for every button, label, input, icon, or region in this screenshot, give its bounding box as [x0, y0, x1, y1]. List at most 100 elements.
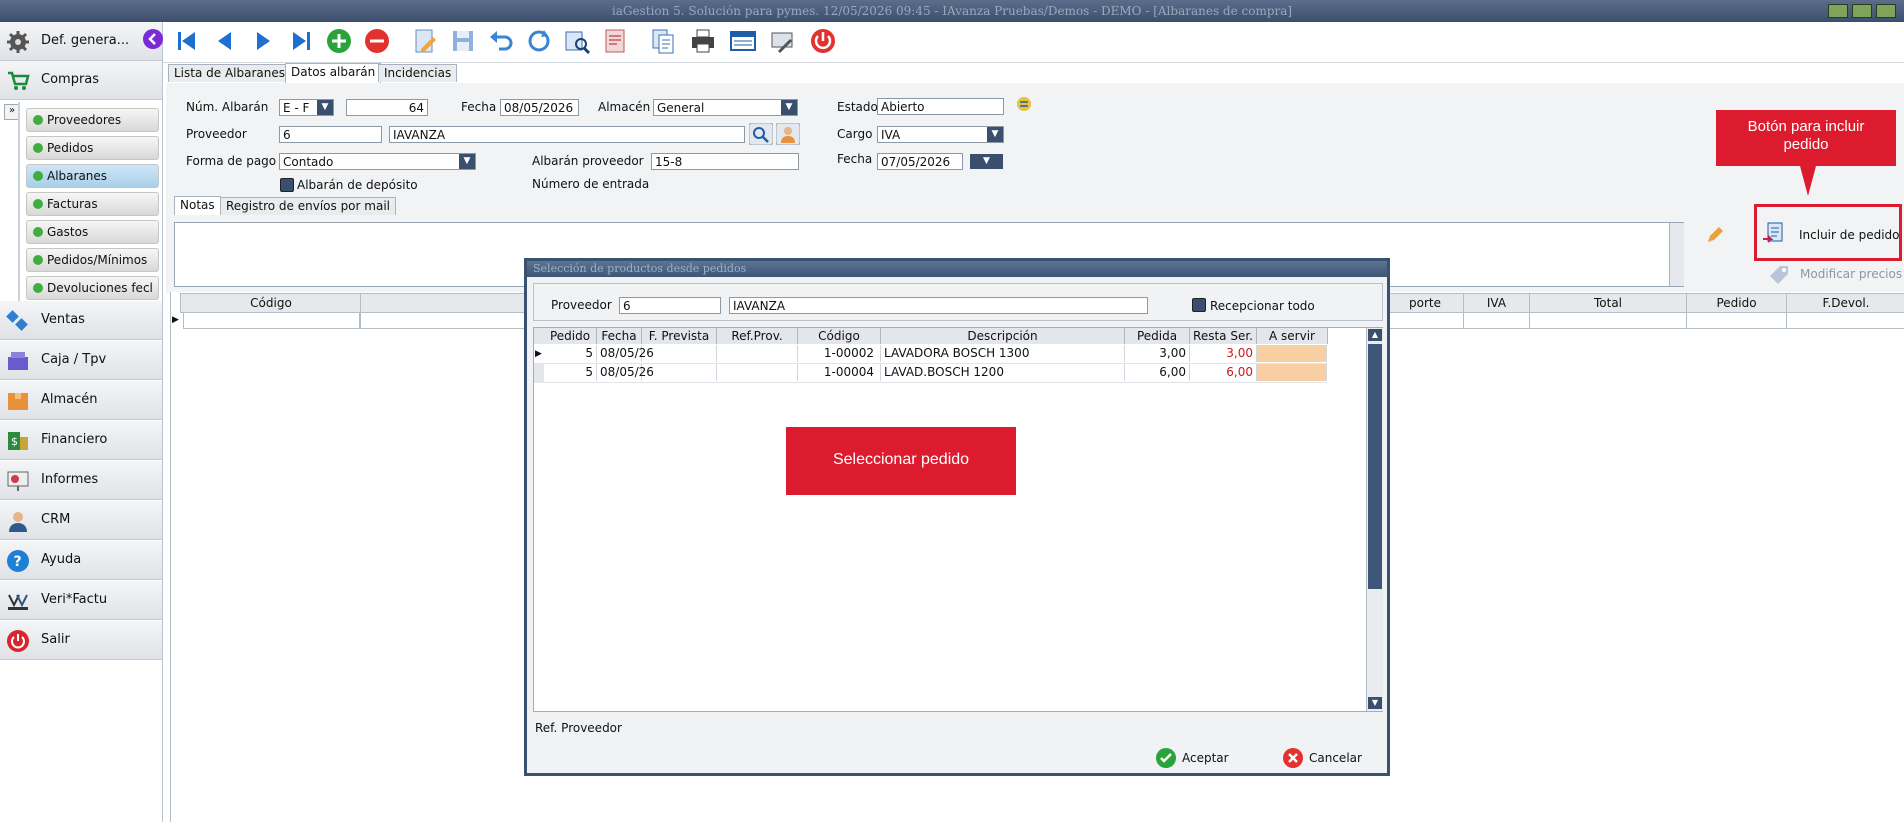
- table-row[interactable]: 5 08/05/26 1-00004 LAVAD.BOSCH 1200 6,00…: [534, 364, 1327, 383]
- sidebar-item-almacen[interactable]: Almacén: [0, 381, 162, 420]
- last-record-icon[interactable]: [287, 27, 315, 55]
- previous-record-icon[interactable]: [211, 27, 239, 55]
- col-fecha[interactable]: Fecha: [597, 328, 642, 344]
- sidebar-section-compras[interactable]: Compras: [0, 61, 162, 100]
- include-order-icon[interactable]: [1762, 222, 1784, 244]
- col-descripcion[interactable]: Descripción: [881, 328, 1125, 344]
- almacen-select[interactable]: General: [653, 99, 798, 116]
- cancelar-button[interactable]: Cancelar: [1309, 751, 1362, 765]
- incluir-pedido-button[interactable]: Incluir de pedido: [1799, 228, 1900, 242]
- dialog-proveedor-name[interactable]: IAVANZA: [729, 297, 1148, 314]
- scroll-thumb[interactable]: [1368, 344, 1382, 589]
- proveedor-name-field[interactable]: IAVANZA: [389, 126, 745, 143]
- col-pedido[interactable]: Pedido: [544, 328, 597, 344]
- deposito-checkbox[interactable]: [280, 178, 294, 192]
- almacen-dropdown-chevron-icon[interactable]: ▼: [781, 100, 797, 115]
- save-icon[interactable]: [449, 27, 477, 55]
- close-window-button[interactable]: [1876, 4, 1896, 18]
- search-proveedor-icon[interactable]: [749, 123, 773, 145]
- tab-datos-albaran[interactable]: Datos albarán: [285, 63, 382, 83]
- sidebar-item-informes[interactable]: Informes: [0, 461, 162, 500]
- grid-cell-iva[interactable]: [1463, 312, 1530, 329]
- sidebar-item-facturas[interactable]: Facturas: [26, 192, 159, 216]
- window-panel-icon[interactable]: [729, 27, 757, 55]
- edit-icon[interactable]: [411, 27, 439, 55]
- cargo-select[interactable]: IVA: [877, 126, 1004, 143]
- tab-lista-albaranes[interactable]: Lista de Albaranes: [168, 64, 291, 82]
- sidebar-item-def-general[interactable]: Def. genera...: [0, 22, 162, 61]
- col-codigo[interactable]: Código: [798, 328, 881, 344]
- estado-change-icon[interactable]: [1016, 96, 1032, 112]
- sidebar-item-albaranes[interactable]: Albaranes: [26, 164, 159, 188]
- col-resta-ser[interactable]: Resta Ser.: [1190, 328, 1257, 344]
- grid-cell-codigo[interactable]: [183, 312, 360, 329]
- products-scrollbar[interactable]: ▲ ▼: [1366, 328, 1383, 711]
- grid-cell-pedido[interactable]: [1686, 312, 1787, 329]
- restore-button[interactable]: [1852, 4, 1872, 18]
- scroll-up-icon[interactable]: ▲: [1368, 329, 1382, 341]
- sidebar-item-pedidos-minimos[interactable]: Pedidos/Mínimos: [26, 248, 159, 272]
- sidebar-item-financiero[interactable]: $ Financiero: [0, 421, 162, 460]
- tab-registro-envios[interactable]: Registro de envíos por mail: [220, 197, 396, 215]
- cancel-icon[interactable]: [1283, 748, 1303, 768]
- serie-dropdown-chevron-icon[interactable]: ▼: [317, 100, 333, 115]
- grid-cell-fdevol[interactable]: [1786, 312, 1904, 329]
- next-record-icon[interactable]: [249, 27, 277, 55]
- sidebar-item-devoluciones[interactable]: Devoluciones fecl: [26, 276, 159, 300]
- cell-a-servir[interactable]: [1257, 364, 1327, 381]
- sidebar-item-ventas[interactable]: Ventas: [0, 301, 162, 340]
- price-tag-icon[interactable]: [1768, 264, 1790, 286]
- documents-icon[interactable]: [649, 27, 677, 55]
- delete-icon[interactable]: [363, 27, 391, 55]
- table-row[interactable]: ▶ 5 08/05/26 1-00002 LAVADORA BOSCH 1300…: [534, 345, 1327, 364]
- tools-icon[interactable]: [769, 27, 797, 55]
- tab-incidencias[interactable]: Incidencias: [378, 64, 458, 82]
- scroll-down-icon[interactable]: ▼: [1368, 697, 1382, 709]
- minimize-button[interactable]: [1828, 4, 1848, 18]
- sidebar-item-caja-tpv[interactable]: Caja / Tpv: [0, 341, 162, 380]
- grid-cell-descripcion[interactable]: [360, 312, 532, 329]
- sidebar-item-salir[interactable]: Salir: [0, 621, 162, 660]
- recepcionar-todo-checkbox[interactable]: [1192, 298, 1206, 312]
- albaran-proveedor-field[interactable]: 15-8: [651, 153, 799, 170]
- col-ref-prov[interactable]: Ref.Prov.: [717, 328, 798, 344]
- search-document-icon[interactable]: [563, 27, 591, 55]
- report-icon[interactable]: [601, 27, 629, 55]
- grid-header-codigo: Código: [180, 293, 362, 313]
- collapse-sidebar-icon[interactable]: [143, 29, 163, 49]
- grid-cell-total[interactable]: [1529, 312, 1687, 329]
- col-f-prevista[interactable]: F. Prevista: [642, 328, 717, 344]
- proveedor-person-icon[interactable]: [776, 123, 800, 145]
- col-a-servir[interactable]: A servir: [1257, 328, 1328, 344]
- fecha-proveedor-dropdown-chevron-icon[interactable]: ▼: [970, 154, 1003, 169]
- power-off-icon[interactable]: [809, 27, 837, 55]
- fecha-proveedor-field[interactable]: 07/05/2026: [877, 153, 963, 170]
- forma-pago-select[interactable]: Contado: [279, 153, 476, 170]
- forma-pago-dropdown-chevron-icon[interactable]: ▼: [459, 154, 475, 169]
- sidebar-item-gastos[interactable]: Gastos: [26, 220, 159, 244]
- modificar-precios-button[interactable]: Modificar precios: [1800, 267, 1902, 281]
- numero-field[interactable]: 64: [346, 99, 428, 116]
- sidebar-item-pedidos[interactable]: Pedidos: [26, 136, 159, 160]
- check-icon[interactable]: [1156, 748, 1176, 768]
- grid-cell-importe[interactable]: [1386, 312, 1464, 329]
- cargo-dropdown-chevron-icon[interactable]: ▼: [987, 127, 1003, 142]
- cell-a-servir[interactable]: [1257, 345, 1327, 362]
- first-record-icon[interactable]: [173, 27, 201, 55]
- sidebar-item-ayuda[interactable]: ? Ayuda: [0, 541, 162, 580]
- dialog-proveedor-code[interactable]: 6: [619, 297, 721, 314]
- notes-scrollbar[interactable]: [1669, 223, 1684, 286]
- sidebar-item-proveedores[interactable]: Proveedores: [26, 108, 159, 132]
- pencil-icon[interactable]: [1706, 226, 1724, 244]
- sidebar-item-crm[interactable]: CRM: [0, 501, 162, 540]
- undo-icon[interactable]: [487, 27, 515, 55]
- add-icon[interactable]: [325, 27, 353, 55]
- refresh-icon[interactable]: [525, 27, 553, 55]
- fecha-field[interactable]: 08/05/2026: [500, 99, 579, 116]
- aceptar-button[interactable]: Aceptar: [1182, 751, 1229, 765]
- sidebar-item-verifactu[interactable]: Veri*Factu: [0, 581, 162, 620]
- col-pedida[interactable]: Pedida: [1125, 328, 1190, 344]
- proveedor-code-field[interactable]: 6: [279, 126, 382, 143]
- tab-notas[interactable]: Notas: [174, 196, 221, 215]
- print-icon[interactable]: [689, 27, 717, 55]
